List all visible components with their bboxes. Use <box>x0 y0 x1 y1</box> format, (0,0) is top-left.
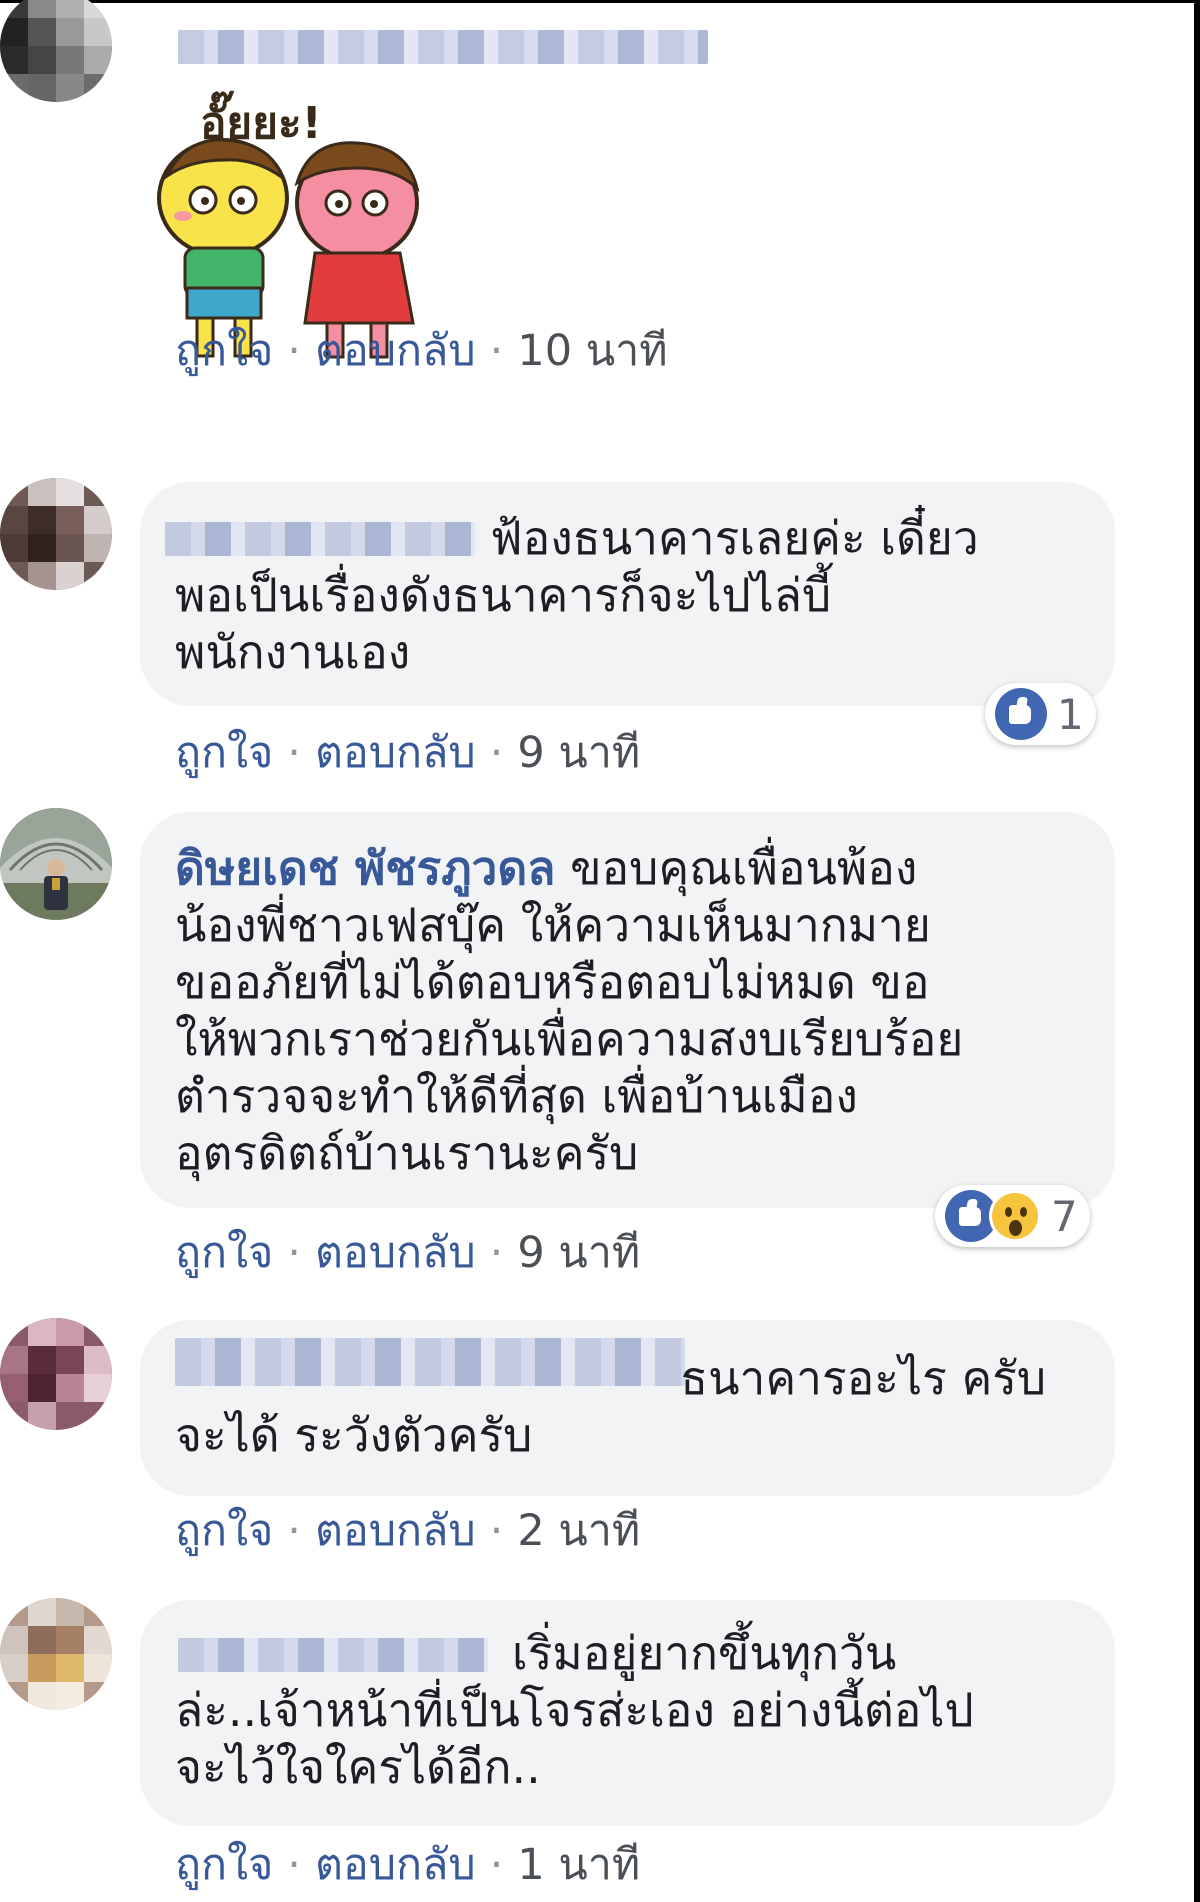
reply-link[interactable]: ตอบกลับ <box>315 1506 476 1556</box>
separator: · <box>287 1506 301 1556</box>
author-name-blurred[interactable] <box>178 30 708 64</box>
like-link[interactable]: ถูกใจ <box>175 728 273 778</box>
comment-text: ธนาคารอะไร ครับ <box>680 1351 1047 1405</box>
comment-text: ตำรวจจะทำให้ดีที่สุด เพื่อบ้านเมือง <box>175 1069 858 1123</box>
separator: · <box>287 1840 301 1890</box>
comment-text: อุตรดิตถ์บ้านเรานะครับ <box>175 1126 639 1180</box>
avatar[interactable] <box>0 1598 112 1710</box>
separator: · <box>489 326 504 376</box>
timestamp[interactable]: 9 นาที <box>517 728 640 778</box>
comment-actions: ถูกใจ · ตอบกลับ · 9 นาที <box>175 718 640 786</box>
comment-text: ขออภัยที่ไม่ได้ตอบหรือตอบไม่หมด ขอ <box>175 955 930 1009</box>
timestamp[interactable]: 9 นาที <box>517 1228 640 1278</box>
separator: · <box>489 1840 504 1890</box>
timestamp[interactable]: 2 นาที <box>517 1506 640 1556</box>
separator: · <box>489 1506 504 1556</box>
avatar[interactable] <box>0 0 112 102</box>
author-link[interactable]: ดิษยเดช พัชรภูวดล <box>175 841 555 895</box>
reaction-summary[interactable]: 1 <box>985 683 1096 745</box>
comment-text: จะไว้ใจใครได้อีก.. <box>175 1740 541 1794</box>
avatar[interactable] <box>0 478 112 590</box>
timestamp[interactable]: 10 นาที <box>517 326 667 376</box>
right-border <box>1194 0 1200 1902</box>
timestamp[interactable]: 1 นาที <box>517 1840 640 1890</box>
separator: · <box>287 728 301 778</box>
comment-text: จะได้ ระวังตัวครับ <box>175 1408 533 1462</box>
comment-actions: ถูกใจ · ตอบกลับ · 9 นาที <box>175 1218 640 1286</box>
reply-link[interactable]: ตอบกลับ <box>315 728 476 778</box>
comment-actions: ถูกใจ · ตอบกลับ · 2 นาที <box>175 1496 640 1564</box>
comment-text: ฟ้องธนาคารเลยค่ะ เดี๋ยว <box>490 511 979 565</box>
separator: · <box>489 728 504 778</box>
like-link[interactable]: ถูกใจ <box>175 326 273 376</box>
author-name-blurred[interactable] <box>165 522 475 556</box>
avatar[interactable] <box>0 1318 112 1430</box>
avatar-photo <box>0 808 112 920</box>
avatar[interactable] <box>0 808 112 920</box>
top-border <box>0 0 1200 3</box>
reply-link[interactable]: ตอบกลับ <box>315 1840 476 1890</box>
comment-text: พอเป็นเรื่องดังธนาคารก็จะไปไล่บี้ <box>175 568 832 622</box>
comment-text: น้องพี่ชาวเฟสบุ๊ค ให้ความเห็นมากมาย <box>175 898 931 952</box>
comment-text: พนักงานเอง <box>175 625 411 679</box>
comment-text: ล่ะ..เจ้าหน้าที่เป็นโจรส่ะเอง อย่างนี้ต่… <box>175 1683 974 1737</box>
wow-icon <box>989 1190 1041 1242</box>
comment-text: เริ่มอยู่ยากขึ้นทุกวัน <box>512 1626 897 1680</box>
comment-actions: ถูกใจ · ตอบกลับ · 1 นาที <box>175 1830 640 1898</box>
comment-text: ดิษยเดช พัชรภูวดล ขอบคุณเพื่อนพ้อง <box>175 841 918 895</box>
comment-text: ให้พวกเราช่วยกันเพื่อความสงบเรียบร้อย <box>175 1012 964 1066</box>
author-name-blurred[interactable] <box>175 1338 685 1386</box>
comment-thread: อั๊ยยะ! ถูกใจ · ตอบกลับ · 10 นาที ฟ้องธน… <box>0 0 1200 1902</box>
like-link[interactable]: ถูกใจ <box>175 1840 273 1890</box>
author-name-blurred[interactable] <box>178 1638 488 1672</box>
separator: · <box>287 326 301 376</box>
reaction-count: 1 <box>1057 689 1084 739</box>
like-link[interactable]: ถูกใจ <box>175 1228 273 1278</box>
reaction-summary[interactable]: 7 <box>935 1185 1090 1247</box>
comment-actions: ถูกใจ · ตอบกลับ · 10 นาที <box>175 316 668 384</box>
reply-link[interactable]: ตอบกลับ <box>315 326 476 376</box>
like-icon <box>995 688 1047 740</box>
separator: · <box>489 1228 504 1278</box>
reaction-count: 7 <box>1051 1191 1078 1241</box>
reply-link[interactable]: ตอบกลับ <box>315 1228 476 1278</box>
like-link[interactable]: ถูกใจ <box>175 1506 273 1556</box>
separator: · <box>287 1228 301 1278</box>
